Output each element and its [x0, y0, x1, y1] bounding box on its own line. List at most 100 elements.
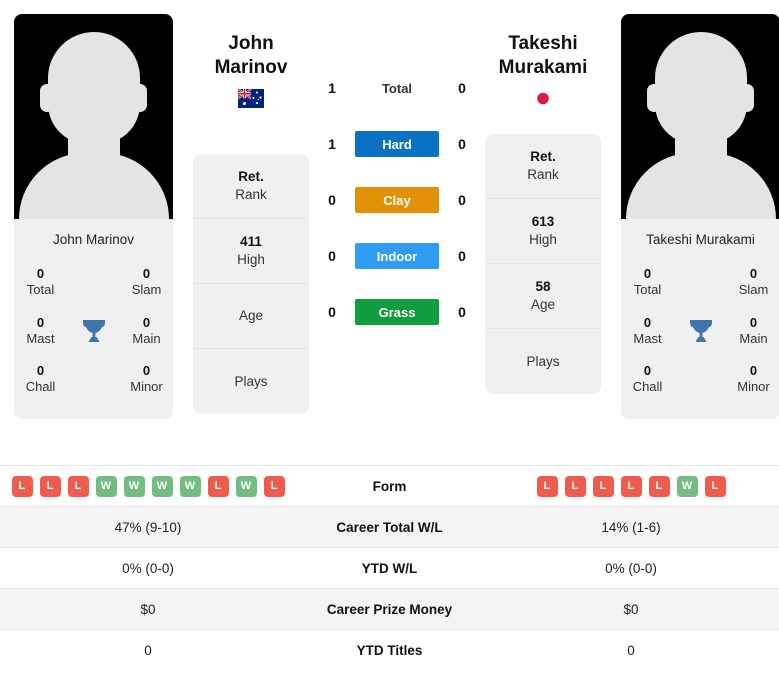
titles-slam-value-right: 0 — [749, 266, 758, 281]
player-card-name-right: Takeshi Murakami — [646, 232, 755, 247]
stat-value-left: 0% (0-0) — [0, 547, 296, 589]
form-strip-left: LLLWWWWLWL — [0, 475, 296, 497]
titles-slam-value-left: 0 — [142, 266, 151, 281]
avatar-ear-left — [647, 84, 661, 112]
stat-value-left: LLLWWWWLWL — [0, 465, 296, 507]
player-avatar-left — [14, 14, 173, 219]
avatar-ear-right — [740, 84, 754, 112]
meta-high-value-right: 613 — [531, 214, 555, 230]
titles-chall-value-right: 0 — [643, 363, 652, 378]
stat-value-left: 47% (9-10) — [0, 506, 296, 548]
meta-rank-right: Ret. Rank — [485, 134, 601, 199]
h2h-row-grass: 0 Grass 0 — [309, 284, 485, 340]
titles-chall-right: 0 Chall — [621, 356, 674, 405]
avatar-ear-left — [40, 84, 54, 112]
titles-total-value-left: 0 — [36, 266, 45, 281]
titles-spacer-right — [674, 275, 727, 291]
titles-spacer-left — [67, 275, 120, 291]
stat-value-right: LLLLLWL — [483, 465, 779, 507]
h2h-right-score: 0 — [458, 136, 466, 152]
titles-main-right: 0 Main — [727, 308, 779, 357]
h2h-left-score: 1 — [328, 80, 336, 96]
h2h-right-score: 0 — [458, 192, 466, 208]
h2h-row-hard: 1 Hard 0 — [309, 116, 485, 172]
head-to-head-surfaces: 1 Total 0 1 Hard 0 0 Clay 0 0 Indoor 0 0 Grass 0 — [309, 14, 485, 340]
player-card-left[interactable]: John Marinov 0 Total 0 Slam 0 Mast 0 Mai… — [14, 14, 173, 419]
form-badge[interactable]: W — [123, 475, 145, 497]
meta-rank-left: Ret. Rank — [193, 154, 309, 219]
stat-value-right: 14% (1-6) — [483, 506, 779, 548]
titles-minor-value-right: 0 — [749, 363, 758, 378]
form-badge[interactable]: L — [67, 475, 89, 497]
titles-minor-label-right: Minor — [737, 379, 770, 395]
titles-spacer2-left — [67, 372, 120, 388]
player-card-right[interactable]: Takeshi Murakami 0 Total 0 Slam 0 Mast 0… — [621, 14, 779, 419]
form-badge[interactable]: W — [95, 475, 117, 497]
form-badge[interactable]: L — [207, 475, 229, 497]
h2h-row-total: 1 Total 0 — [309, 60, 485, 116]
meta-high-label-left: High — [237, 251, 265, 267]
titles-main-value-left: 0 — [142, 314, 151, 330]
player-first-name-right: Takeshi — [508, 33, 578, 54]
table-row: 0% (0-0) YTD W/L 0% (0-0) — [0, 547, 779, 589]
meta-age-label-left: Age — [238, 308, 264, 324]
titles-grid-left: 0 Total 0 Slam 0 Mast 0 Main 0 Chall 0 M… — [14, 259, 173, 419]
player-meta-right: Takeshi Murakami Ret. Rank 613 High 58 A… — [485, 14, 601, 394]
form-badge[interactable]: W — [235, 475, 257, 497]
form-badge[interactable]: W — [151, 475, 173, 497]
titles-chall-label-left: Chall — [25, 379, 56, 395]
form-strip-right: LLLLLWL — [483, 475, 779, 497]
form-badge[interactable]: L — [263, 475, 285, 497]
avatar-shoulders — [18, 153, 169, 219]
stat-value-right: 0% (0-0) — [483, 547, 779, 589]
form-badge[interactable]: W — [676, 475, 698, 497]
form-badge[interactable]: L — [592, 475, 614, 497]
h2h-row-clay: 0 Clay 0 — [309, 172, 485, 228]
form-badge[interactable]: L — [536, 475, 558, 497]
titles-minor-right: 0 Minor — [727, 356, 779, 405]
titles-slam-left: 0 Slam — [120, 259, 173, 308]
h2h-left-score: 0 — [328, 248, 336, 264]
australia-flag-icon — [238, 88, 264, 108]
player-card-name-left: John Marinov — [52, 232, 135, 247]
avatar-ear-right — [133, 84, 147, 112]
form-badge[interactable]: L — [11, 475, 33, 497]
stat-label: YTD W/L — [296, 547, 483, 589]
form-badge[interactable]: L — [704, 475, 726, 497]
stat-value-right: $0 — [483, 588, 779, 630]
form-badge[interactable]: L — [620, 475, 642, 497]
meta-plays-right: Plays — [485, 329, 601, 394]
h2h-right-score: 0 — [458, 248, 466, 264]
form-badge[interactable]: L — [564, 475, 586, 497]
stat-value-left: $0 — [0, 588, 296, 630]
trophy-icon — [674, 311, 727, 353]
meta-plays-label-left: Plays — [234, 373, 268, 389]
titles-total-right: 0 Total — [621, 259, 674, 308]
titles-grid-right: 0 Total 0 Slam 0 Mast 0 Main 0 Chall 0 M… — [621, 259, 779, 419]
titles-main-label-right: Main — [739, 330, 768, 346]
h2h-left-score: 0 — [328, 192, 336, 208]
titles-chall-left: 0 Chall — [14, 356, 67, 405]
player-comparison-header: John Marinov 0 Total 0 Slam 0 Mast 0 Mai… — [0, 0, 779, 465]
meta-age-label-right: Age — [530, 296, 556, 312]
form-badge[interactable]: L — [39, 475, 61, 497]
player-stats-comparison-table: L L L W W W W L W L Form L L L L L W L 47% (9-10) Career To… — [0, 465, 779, 671]
titles-minor-label-left: Minor — [130, 379, 163, 395]
meta-rank-value-left: Ret. — [238, 169, 264, 185]
form-badge[interactable]: L — [648, 475, 670, 497]
form-badge[interactable]: W — [179, 475, 201, 497]
titles-mast-right: 0 Mast — [621, 308, 674, 357]
titles-chall-label-right: Chall — [632, 379, 663, 395]
titles-slam-label-left: Slam — [131, 282, 162, 298]
table-row: $0 Career Prize Money $0 — [0, 588, 779, 630]
titles-total-label-left: Total — [26, 282, 55, 298]
titles-main-value-right: 0 — [749, 314, 758, 330]
titles-slam-label-right: Slam — [738, 282, 769, 298]
player-name-right: Takeshi Murakami — [485, 32, 601, 80]
player-first-name-left: John — [228, 33, 274, 54]
meta-age-right: 58 Age — [485, 264, 601, 329]
titles-slam-right: 0 Slam — [727, 259, 779, 308]
player-flag-right-wrap — [485, 88, 601, 108]
player-last-name-left: Marinov — [214, 56, 288, 78]
h2h-surface-label-grass: Grass — [355, 299, 439, 325]
